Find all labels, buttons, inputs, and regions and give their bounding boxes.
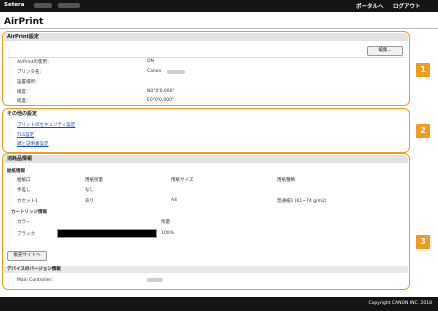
latitude-value: N0°0'0.000": [147, 89, 175, 94]
paper-col-source: 給紙口: [17, 178, 31, 183]
divider: [7, 57, 405, 58]
main-controller-label: Main Controller：: [17, 278, 56, 283]
cartridge-col-color: カラー: [17, 220, 31, 225]
paper-row-manual-source: 手差し: [17, 188, 31, 193]
other-settings-panel: その他の設定 プリントのセキュリティ設定 TLS設定 鍵と証明書設定: [2, 108, 410, 153]
airprint-use-label: AirPrintの使用：: [17, 60, 52, 65]
cartridge-black-level: 100%: [161, 231, 174, 236]
location-label: 設置場所：: [17, 80, 40, 85]
longitude-value: E0°0'0.000": [147, 98, 175, 103]
printer-name-label: プリンタ名：: [17, 70, 44, 75]
redacted-device-name: [34, 3, 52, 8]
consumables-panel: 消耗品情報 給紙情報 給紙口 用紙残量 用紙サイズ 用紙種類 手差し なし カセ…: [2, 153, 410, 290]
top-bar: Setera ポータルへ ログアウト: [0, 0, 438, 12]
paper-row-cassette-remaining: あり: [85, 199, 94, 204]
latitude-label: 緯度：: [17, 90, 31, 95]
brand-name: Setera: [4, 2, 25, 8]
tls-settings-link[interactable]: TLS設定: [17, 132, 34, 138]
black-toner-level-bar: [57, 229, 157, 238]
airprint-settings-panel: AirPrint設定 編集... AirPrintの使用： ON プリンタ名： …: [2, 31, 410, 106]
paper-row-cassette-size: A4: [171, 198, 177, 203]
airprint-settings-heading: AirPrint設定: [4, 33, 408, 41]
redacted-device-model: [58, 3, 80, 8]
callout-badge-1: 1: [416, 63, 430, 77]
callout-badge-3: 3: [416, 235, 430, 249]
cartridge-col-level: 残量: [161, 220, 170, 225]
paper-row-cassette-source: カセット1: [17, 199, 38, 204]
footer-bar: Copyright CANON INC. 2018: [0, 297, 438, 311]
printer-name-value: Canon: [147, 69, 162, 74]
cartridge-info-heading: カートリッジ情報: [11, 210, 47, 215]
copyright-text: Copyright CANON INC. 2018: [368, 301, 433, 306]
paper-info-heading: 給紙情報: [7, 169, 25, 174]
redacted-printer-model: [167, 70, 185, 74]
cartridge-black-label: ブラック: [17, 232, 35, 237]
sales-site-button[interactable]: 販売サイトへ: [7, 251, 47, 261]
airprint-use-value: ON: [147, 59, 154, 64]
edit-button[interactable]: 編集...: [367, 46, 403, 56]
other-settings-heading: その他の設定: [4, 110, 408, 118]
redacted-controller-version: [147, 278, 163, 282]
paper-col-type: 用紙種類: [277, 178, 295, 183]
logout-link[interactable]: ログアウト: [393, 2, 421, 10]
title-divider: [0, 28, 438, 29]
portal-link[interactable]: ポータルへ: [356, 2, 384, 10]
device-version-heading: デバイスのバージョン情報: [4, 266, 408, 273]
print-security-settings-link[interactable]: プリントのセキュリティ設定: [17, 122, 75, 128]
paper-row-manual-remaining: なし: [85, 188, 94, 193]
callout-badge-2: 2: [416, 124, 430, 138]
paper-col-size: 用紙サイズ: [171, 178, 194, 183]
key-certificate-settings-link[interactable]: 鍵と証明書設定: [17, 141, 49, 147]
longitude-label: 経度：: [17, 99, 31, 104]
consumables-heading: 消耗品情報: [4, 155, 408, 163]
page-title: AirPrint: [4, 17, 44, 27]
paper-row-cassette-type: 普通紙1 (61~74 g/m2): [277, 199, 327, 204]
paper-col-remaining: 用紙残量: [85, 178, 103, 183]
